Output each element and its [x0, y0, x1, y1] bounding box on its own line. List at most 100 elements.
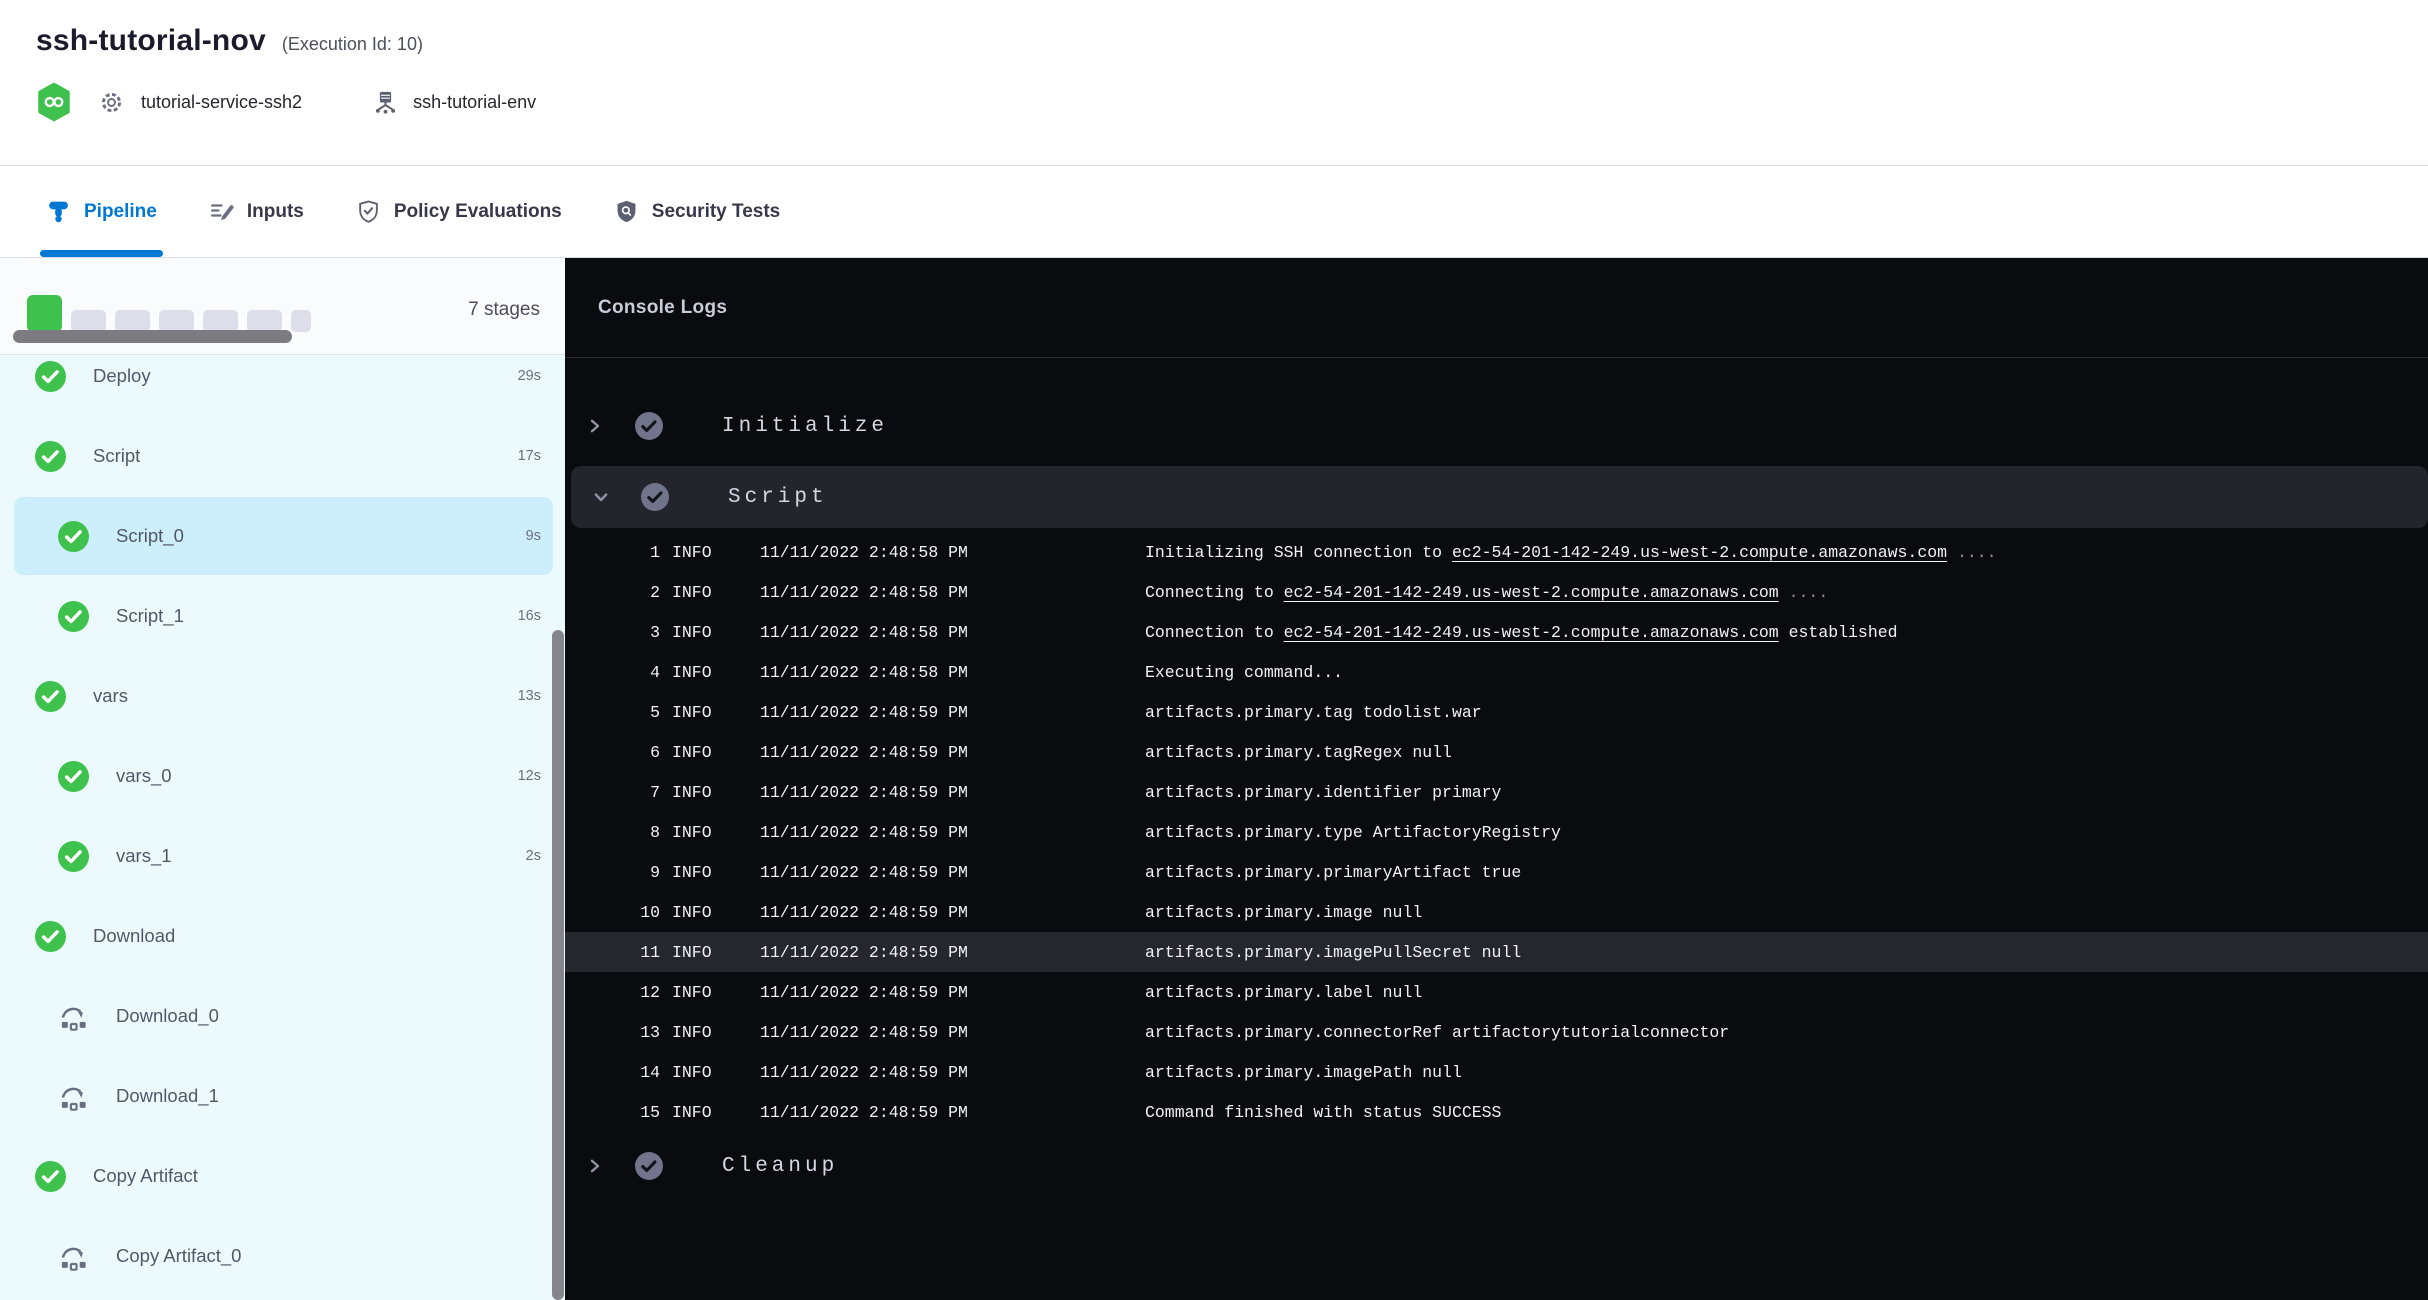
- success-check-icon: [35, 441, 66, 472]
- log-line-number[interactable]: 7: [565, 783, 660, 802]
- execution-header: ssh-tutorial-nov (Execution Id: 10) tuto…: [0, 0, 2428, 166]
- gear-icon: [98, 89, 125, 116]
- log-line-number[interactable]: 15: [565, 1103, 660, 1122]
- log-message: Executing command...: [1145, 663, 2428, 682]
- log-level: INFO: [660, 543, 760, 562]
- log-row[interactable]: 10INFO11/11/2022 2:48:59 PMartifacts.pri…: [565, 892, 2428, 932]
- tab-inputs[interactable]: Inputs: [203, 166, 310, 257]
- log-row[interactable]: 15INFO11/11/2022 2:48:59 PMCommand finis…: [565, 1092, 2428, 1132]
- log-row[interactable]: 3INFO11/11/2022 2:48:58 PMConnection to …: [565, 612, 2428, 652]
- log-line-number[interactable]: 13: [565, 1023, 660, 1042]
- log-timestamp: 11/11/2022 2:48:59 PM: [760, 783, 1145, 802]
- log-section-label: Script: [728, 486, 828, 509]
- title-row: ssh-tutorial-nov (Execution Id: 10): [36, 0, 2428, 58]
- log-line-number[interactable]: 6: [565, 743, 660, 762]
- log-message-text: Connecting to: [1145, 583, 1284, 602]
- stage-row-script_1[interactable]: Script_116s: [0, 576, 565, 656]
- environment-icon: [372, 89, 399, 116]
- log-row[interactable]: 5INFO11/11/2022 2:48:59 PMartifacts.prim…: [565, 692, 2428, 732]
- log-line-number[interactable]: 8: [565, 823, 660, 842]
- log-row[interactable]: 9INFO11/11/2022 2:48:59 PMartifacts.prim…: [565, 852, 2428, 892]
- host-link[interactable]: ec2-54-201-142-249.us-west-2.compute.ama…: [1284, 623, 1779, 642]
- log-message: Command finished with status SUCCESS: [1145, 1103, 2428, 1122]
- stage-row-download_0[interactable]: Download_0: [0, 976, 565, 1056]
- tab-security-tests[interactable]: Security Tests: [608, 166, 786, 257]
- stage-row-vars_0[interactable]: vars_012s: [0, 736, 565, 816]
- chevron-right-icon: [587, 418, 605, 434]
- stage-row-copy-artifact_0[interactable]: Copy Artifact_0: [0, 1216, 565, 1296]
- log-line-number[interactable]: 10: [565, 903, 660, 922]
- log-message: Initializing SSH connection to ec2-54-20…: [1145, 543, 2428, 562]
- log-row[interactable]: 8INFO11/11/2022 2:48:59 PMartifacts.prim…: [565, 812, 2428, 852]
- log-message-text: artifacts.primary.identifier primary: [1145, 783, 1501, 802]
- stage-duration: 12s: [518, 768, 541, 784]
- stage-row-download_1[interactable]: Download_1: [0, 1056, 565, 1136]
- log-level: INFO: [660, 943, 760, 962]
- log-line-number[interactable]: 12: [565, 983, 660, 1002]
- vertical-scrollbar[interactable]: [552, 630, 564, 1300]
- stage-label: Download_1: [116, 1085, 541, 1107]
- log-section-initialize[interactable]: Initialize: [565, 398, 2428, 454]
- execution-id: (Execution Id: 10): [282, 34, 423, 55]
- tab-pipeline[interactable]: Pipeline: [40, 166, 163, 257]
- log-row[interactable]: 12INFO11/11/2022 2:48:59 PMartifacts.pri…: [565, 972, 2428, 1012]
- log-line-number[interactable]: 3: [565, 623, 660, 642]
- console-check-icon: [641, 483, 669, 511]
- stage-row-download[interactable]: Download: [0, 896, 565, 976]
- log-row[interactable]: 6INFO11/11/2022 2:48:59 PMartifacts.prim…: [565, 732, 2428, 772]
- stage-row-script_0[interactable]: Script_09s: [0, 496, 565, 576]
- console-header: Console Logs: [565, 258, 2428, 358]
- log-message: artifacts.primary.imagePath null: [1145, 1063, 2428, 1082]
- log-timestamp: 11/11/2022 2:48:59 PM: [760, 1063, 1145, 1082]
- success-check-icon: [58, 601, 89, 632]
- log-line-number[interactable]: 14: [565, 1063, 660, 1082]
- horizontal-scrollbar[interactable]: [13, 330, 292, 343]
- log-line-number[interactable]: 4: [565, 663, 660, 682]
- log-section-cleanup[interactable]: Cleanup: [565, 1138, 2428, 1194]
- stage-label: Download_0: [116, 1005, 541, 1027]
- stage-row-script[interactable]: Script17s: [0, 416, 565, 496]
- log-message-text: artifacts.primary.tagRegex null: [1145, 743, 1452, 762]
- console-title: Console Logs: [598, 297, 727, 319]
- stage-row-vars_1[interactable]: vars_12s: [0, 816, 565, 896]
- log-row[interactable]: 1INFO11/11/2022 2:48:58 PMInitializing S…: [565, 532, 2428, 572]
- log-level: INFO: [660, 983, 760, 1002]
- log-message: artifacts.primary.tagRegex null: [1145, 743, 2428, 762]
- pipeline-icon: [46, 199, 71, 224]
- log-timestamp: 11/11/2022 2:48:58 PM: [760, 543, 1145, 562]
- host-link[interactable]: ec2-54-201-142-249.us-west-2.compute.ama…: [1284, 583, 1779, 602]
- log-line-number[interactable]: 11: [565, 943, 660, 962]
- page-title: ssh-tutorial-nov: [36, 24, 266, 58]
- stage-label: vars_0: [116, 765, 518, 787]
- service-name: tutorial-service-ssh2: [141, 92, 302, 113]
- host-link[interactable]: ec2-54-201-142-249.us-west-2.compute.ama…: [1452, 543, 1947, 562]
- log-line-number[interactable]: 9: [565, 863, 660, 882]
- log-row[interactable]: 2INFO11/11/2022 2:48:58 PMConnecting to …: [565, 572, 2428, 612]
- stage-label: vars: [93, 685, 518, 707]
- stage-row-vars[interactable]: vars13s: [0, 656, 565, 736]
- log-row[interactable]: 11INFO11/11/2022 2:48:59 PMartifacts.pri…: [565, 932, 2428, 972]
- console-check-icon: [635, 412, 663, 440]
- log-message: artifacts.primary.tag todolist.war: [1145, 703, 2428, 722]
- log-section-label: Initialize: [722, 415, 888, 438]
- log-row[interactable]: 13INFO11/11/2022 2:48:59 PMartifacts.pri…: [565, 1012, 2428, 1052]
- log-row[interactable]: 7INFO11/11/2022 2:48:59 PMartifacts.prim…: [565, 772, 2428, 812]
- log-line-number[interactable]: 2: [565, 583, 660, 602]
- log-timestamp: 11/11/2022 2:48:59 PM: [760, 823, 1145, 842]
- log-line-number[interactable]: 1: [565, 543, 660, 562]
- log-line-number[interactable]: 5: [565, 703, 660, 722]
- tab-policy-evaluations[interactable]: Policy Evaluations: [350, 166, 568, 257]
- log-message: artifacts.primary.primaryArtifact true: [1145, 863, 2428, 882]
- tab-label: Inputs: [247, 201, 304, 223]
- log-message: Connecting to ec2-54-201-142-249.us-west…: [1145, 583, 2428, 602]
- log-row[interactable]: 14INFO11/11/2022 2:48:59 PMartifacts.pri…: [565, 1052, 2428, 1092]
- console-panel: Console Logs InitializeScript1INFO11/11/…: [565, 258, 2428, 1300]
- log-message: artifacts.primary.label null: [1145, 983, 2428, 1002]
- chevron-down-icon: [593, 489, 611, 505]
- progress-segment: [115, 310, 150, 332]
- stage-row-copy-artifact[interactable]: Copy Artifact: [0, 1136, 565, 1216]
- log-section-script[interactable]: Script: [571, 466, 2428, 528]
- log-row[interactable]: 4INFO11/11/2022 2:48:58 PMExecuting comm…: [565, 652, 2428, 692]
- log-level: INFO: [660, 743, 760, 762]
- log-message-text: artifacts.primary.primaryArtifact true: [1145, 863, 1521, 882]
